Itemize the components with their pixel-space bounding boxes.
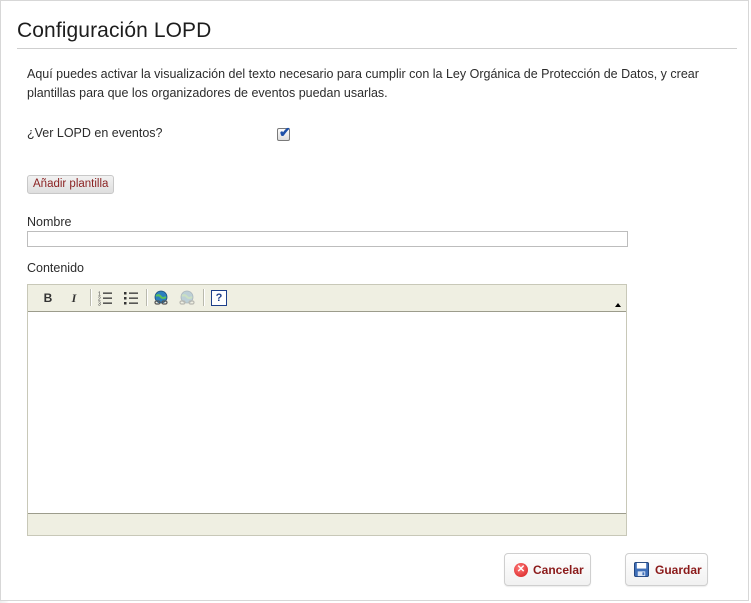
checkmark-icon: ✔ [279,124,291,140]
link-icon[interactable] [153,290,169,306]
lopd-settings-panel: Configuración LOPD Aquí puedes activar l… [0,0,749,601]
italic-icon[interactable]: I [66,290,82,306]
svg-text:3: 3 [98,302,101,307]
title-divider [17,48,737,49]
bulleted-list-icon[interactable] [123,290,139,306]
unlink-icon[interactable] [179,290,195,306]
floppy-disk-icon [634,562,649,577]
toolbar-separator [146,289,148,306]
editor-statusbar [28,514,626,535]
show-lopd-checkbox[interactable]: ✔ [277,124,291,141]
page-description: Aquí puedes activar la visualización del… [27,67,699,100]
cancel-icon: ✕ [514,563,528,577]
toolbar-separator [90,289,92,306]
rich-text-editor: B I 1 2 3 ? [27,284,627,536]
page-title: Configuración LOPD [17,19,212,42]
save-button-label: Guardar [655,563,702,577]
toolbar-separator [203,289,205,306]
editor-content-area[interactable] [28,312,626,514]
toolbar-collapse-icon[interactable] [615,303,621,307]
save-button[interactable]: Guardar [625,553,708,586]
help-icon[interactable]: ? [211,290,227,306]
cancel-button[interactable]: ✕ Cancelar [504,553,591,586]
numbered-list-icon[interactable]: 1 2 3 [97,290,113,308]
bold-icon[interactable]: B [40,290,56,306]
cancel-button-label: Cancelar [533,563,584,577]
content-label: Contenido [27,261,84,275]
name-input[interactable] [27,231,628,247]
show-lopd-label: ¿Ver LOPD en eventos? [27,126,163,140]
name-label: Nombre [27,215,72,229]
editor-toolbar: B I 1 2 3 ? [28,285,626,312]
add-template-button[interactable]: Añadir plantilla [27,175,115,194]
